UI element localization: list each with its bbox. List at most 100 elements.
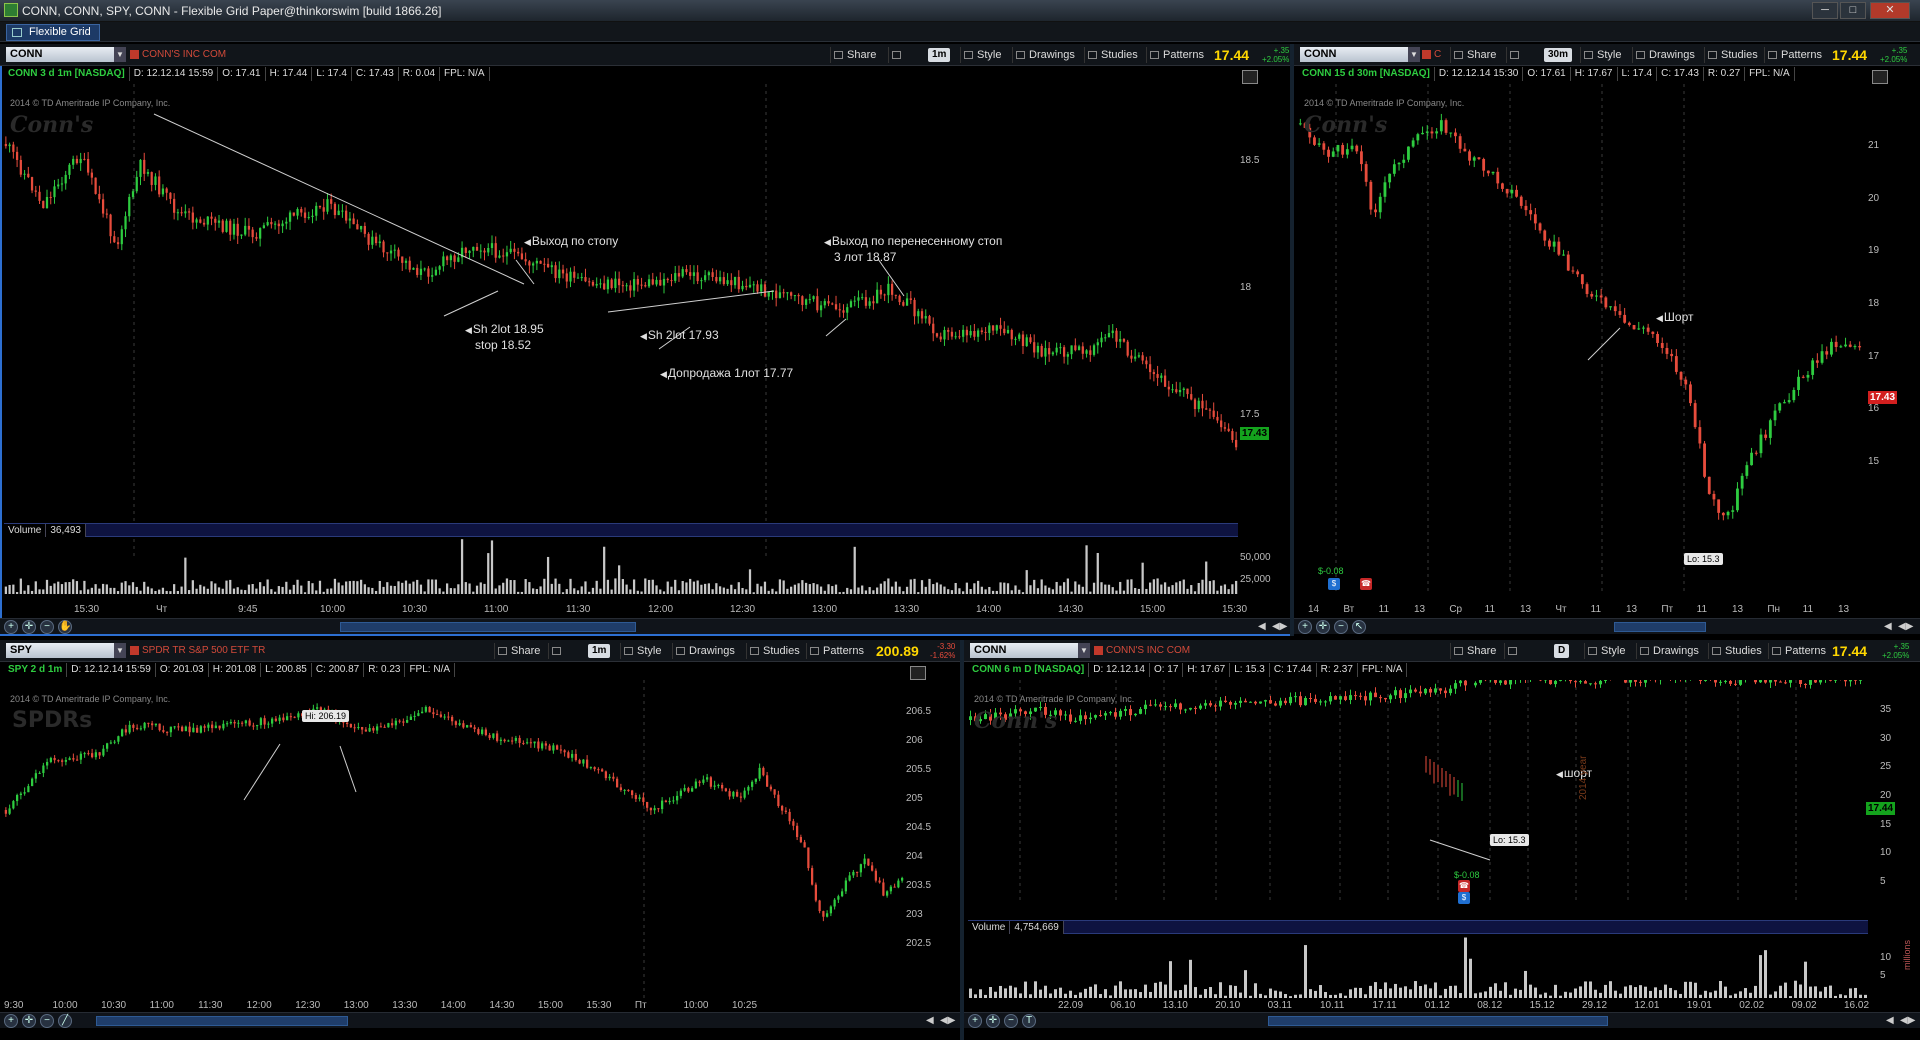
text-tool-icon[interactable]: T [1022,1014,1036,1028]
patterns-button[interactable]: Patterns [1764,47,1826,63]
expand-range-icon[interactable]: ◀▶ [1900,1015,1915,1026]
style-button[interactable]: Style [620,643,665,659]
candle [666,277,669,283]
patterns-button[interactable]: Patterns [806,643,868,659]
timeframe-button[interactable]: 1m [928,48,951,62]
tab-flexible-grid[interactable]: Flexible Grid [6,24,100,41]
annotation-short-1[interactable]: ◀Sh 2lot 18.95 stop 18.52 [465,322,544,353]
share-button[interactable]: Share [494,643,544,659]
expand-range-icon[interactable]: ◀▶ [940,1015,955,1026]
chart-scrollbar[interactable]: + ✛ − ╱ ◀ ◀▶ [0,1012,960,1028]
studies-button[interactable]: Studies [746,643,804,659]
timeframe-button[interactable]: 1m [588,644,611,658]
scroll-left-icon[interactable]: ◀ [1258,621,1266,632]
timeframe-button[interactable]: D [1554,644,1570,658]
share-button[interactable]: Share [1450,47,1500,63]
crosshair-icon[interactable]: ✛ [22,1014,36,1028]
drawings-button[interactable]: Drawings [672,643,739,659]
volume-chart[interactable] [4,538,1238,594]
scroll-left-icon[interactable]: ◀ [1886,1015,1894,1026]
scroll-thumb[interactable] [1614,622,1706,632]
earnings-icon[interactable]: ☎ [1360,578,1372,590]
crosshair-icon[interactable]: ✛ [986,1014,1000,1028]
symbol-dropdown-button[interactable]: ▼ [1408,47,1420,62]
symbol-input[interactable]: SPY [6,643,116,658]
zoom-in-icon[interactable]: + [4,620,18,634]
chart-scrollbar[interactable]: + ✛ − ↖ ◀ ◀▶ [1294,618,1920,634]
price-chart[interactable] [968,680,1868,900]
chart-panel-spy-1m[interactable]: SPY ▼ SPDR TR S&P 500 ETF TR Share 1m St… [0,640,960,1040]
drawings-button[interactable]: Drawings [1012,47,1079,63]
price-chart[interactable] [1298,84,1862,594]
symbol-dropdown-button[interactable]: ▼ [114,47,126,62]
style-button[interactable]: Style [1580,47,1625,63]
chart-panel-conn-1m[interactable]: CONN ▼ CONN'S INC COM Share 1m Style Dra… [0,44,1292,636]
tools-button[interactable] [548,643,586,659]
scroll-left-icon[interactable]: ◀ [1884,621,1892,632]
patterns-button[interactable]: Patterns [1146,47,1208,63]
chart-scrollbar[interactable]: + ✛ − T ◀ ◀▶ [964,1012,1920,1028]
drawings-button[interactable]: Drawings [1636,643,1703,659]
annotation-short-2[interactable]: ◀Sh 2lot 17.93 [640,328,719,344]
studies-button[interactable]: Studies [1084,47,1142,63]
studies-button[interactable]: Studies [1708,643,1766,659]
chart-panel-conn-30m[interactable]: CONN ▼ C Share 30m Style Drawings Studie… [1294,44,1920,636]
scroll-thumb[interactable] [96,1016,348,1026]
symbol-dropdown-button[interactable]: ▼ [1078,643,1090,658]
axis-tick: 10.11 [1320,1000,1345,1011]
pointer-icon[interactable]: ↖ [1352,620,1366,634]
style-button[interactable]: Style [960,47,1005,63]
annotation-exit-moved-stop[interactable]: ◀Выход по перенесенному стоп 3 лот 18.87 [824,234,1002,265]
price-chart[interactable] [4,680,904,998]
symbol-input[interactable]: CONN [970,643,1080,658]
annotation-short[interactable]: ◀Шорт [1656,310,1694,326]
crosshair-icon[interactable]: ✛ [22,620,36,634]
expand-icon[interactable] [1242,70,1258,84]
scroll-thumb[interactable] [1268,1016,1608,1026]
volume-chart[interactable] [968,936,1868,998]
annotation-exit-stop[interactable]: ◀Выход по стопу [524,234,618,250]
expand-range-icon[interactable]: ◀▶ [1898,621,1913,632]
expand-icon[interactable] [910,666,926,680]
annotation-add-short[interactable]: ◀Допродажа 1лот 17.77 [660,366,793,382]
zoom-out-icon[interactable]: − [40,620,54,634]
symbol-dropdown-button[interactable]: ▼ [114,643,126,658]
timeframe-button[interactable]: 30m [1544,48,1573,62]
dividend-icon[interactable]: $ [1458,892,1470,904]
earnings-icon[interactable]: ☎ [1458,880,1470,892]
chart-scrollbar[interactable]: + ✛ − ✋ ◀ ◀▶ [0,618,1292,634]
grid-icon [12,28,22,37]
close-button[interactable]: ✕ [1870,2,1910,19]
zoom-out-icon[interactable]: − [1004,1014,1018,1028]
price-chart[interactable] [4,84,1238,556]
expand-range-icon[interactable]: ◀▶ [1272,621,1287,632]
tools-button[interactable] [1504,643,1542,659]
minimize-button[interactable]: ─ [1812,2,1838,19]
patterns-button[interactable]: Patterns [1768,643,1830,659]
maximize-button[interactable]: □ [1840,2,1866,19]
share-button[interactable]: Share [1450,643,1500,659]
expand-icon[interactable] [1872,70,1888,84]
tools-button[interactable] [1506,47,1542,63]
zoom-out-icon[interactable]: − [40,1014,54,1028]
zoom-out-icon[interactable]: − [1334,620,1348,634]
symbol-input[interactable]: CONN [1300,47,1410,62]
zoom-in-icon[interactable]: + [4,1014,18,1028]
symbol-input[interactable]: CONN [6,47,116,62]
drawings-button[interactable]: Drawings [1632,47,1699,63]
share-button[interactable]: Share [830,47,880,63]
dividend-icon[interactable]: $ [1328,578,1340,590]
chart-panel-conn-daily[interactable]: CONN ▼ CONN'S INC COM Share D Style Draw… [964,640,1920,1040]
pan-icon[interactable]: ✋ [58,620,72,634]
panel-splitter[interactable] [1290,44,1294,636]
zoom-in-icon[interactable]: + [1298,620,1312,634]
crosshair-icon[interactable]: ✛ [1316,620,1330,634]
zoom-in-icon[interactable]: + [968,1014,982,1028]
style-button[interactable]: Style [1584,643,1629,659]
candle [1239,697,1242,708]
tools-button[interactable] [888,47,926,63]
studies-button[interactable]: Studies [1704,47,1762,63]
scroll-left-icon[interactable]: ◀ [926,1015,934,1026]
draw-line-icon[interactable]: ╱ [58,1014,72,1028]
scroll-thumb[interactable] [340,622,636,632]
